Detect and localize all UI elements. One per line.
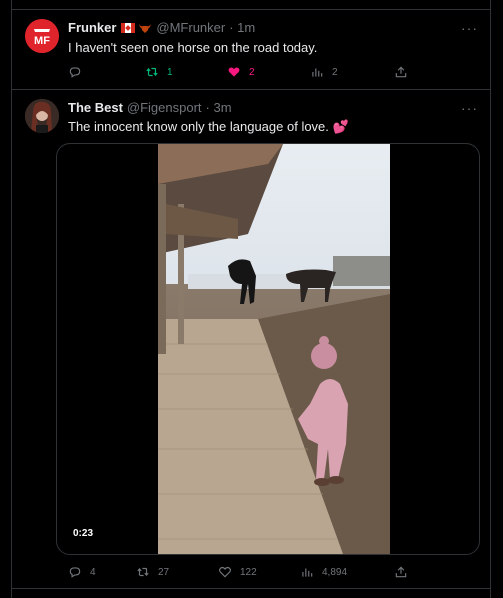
tweet-time[interactable]: · 3m (206, 100, 232, 115)
tweet-header: The Best @Figensport · 3m (68, 100, 232, 115)
like-button[interactable]: 2 (227, 63, 255, 81)
more-icon[interactable]: ··· (461, 100, 478, 116)
views-count: 4,894 (322, 566, 348, 578)
svg-text:MF: MF (34, 35, 50, 47)
reply-button[interactable] (68, 63, 90, 81)
retweet-count: 27 (158, 566, 170, 578)
retweet-button[interactable]: 27 (136, 563, 169, 581)
ox-emoji-icon (139, 23, 152, 33)
views-button[interactable]: 2 (310, 63, 338, 81)
more-icon[interactable]: ··· (461, 20, 478, 36)
like-count: 122 (240, 566, 257, 578)
tweet-text: I haven't seen one horse on the road tod… (68, 40, 318, 55)
canada-flag-icon (121, 22, 136, 33)
author-handle[interactable]: @Figensport (127, 100, 202, 115)
reply-count: 4 (90, 566, 96, 578)
author-name[interactable]: The Best (68, 100, 123, 115)
views-button[interactable]: 4,894 (300, 563, 347, 581)
author-handle[interactable]: @MFrunker (156, 20, 225, 35)
tweet-time[interactable]: · 1m (229, 20, 255, 35)
avatar[interactable] (25, 99, 59, 133)
tweet-header: Frunker @MFrunker · 1m (68, 20, 255, 35)
views-icon (302, 568, 313, 577)
tweet-text: The innocent know only the language of l… (68, 119, 349, 134)
retweet-count: 1 (167, 66, 173, 78)
tweet-actions: 1 2 2 (68, 63, 428, 81)
bottom-divider (11, 588, 491, 589)
like-count: 2 (249, 66, 255, 78)
avatar[interactable]: MF (25, 19, 59, 53)
share-button[interactable] (394, 63, 416, 81)
author-name[interactable]: Frunker (68, 20, 116, 35)
share-icon (395, 66, 407, 78)
tweet-actions: 4 27 122 4,894 (56, 563, 416, 581)
like-icon (219, 566, 231, 578)
views-icon (312, 68, 323, 77)
retweet-icon (137, 567, 149, 577)
video-duration: 0:23 (69, 526, 98, 541)
share-button[interactable] (394, 563, 416, 581)
like-icon (228, 67, 240, 77)
retweet-icon (146, 67, 158, 77)
reply-button[interactable]: 4 (68, 563, 96, 581)
video-frame[interactable] (158, 144, 390, 554)
video-player[interactable]: 0:23 (56, 143, 480, 555)
reply-icon (69, 567, 81, 578)
tweet-frunker[interactable]: MF Frunker @MFrunker · 1m ··· I haven't … (12, 10, 490, 88)
share-icon (395, 566, 407, 578)
like-button[interactable]: 122 (218, 563, 257, 581)
reply-icon (69, 67, 81, 78)
views-count: 2 (332, 66, 338, 78)
retweet-button[interactable]: 1 (145, 63, 173, 81)
